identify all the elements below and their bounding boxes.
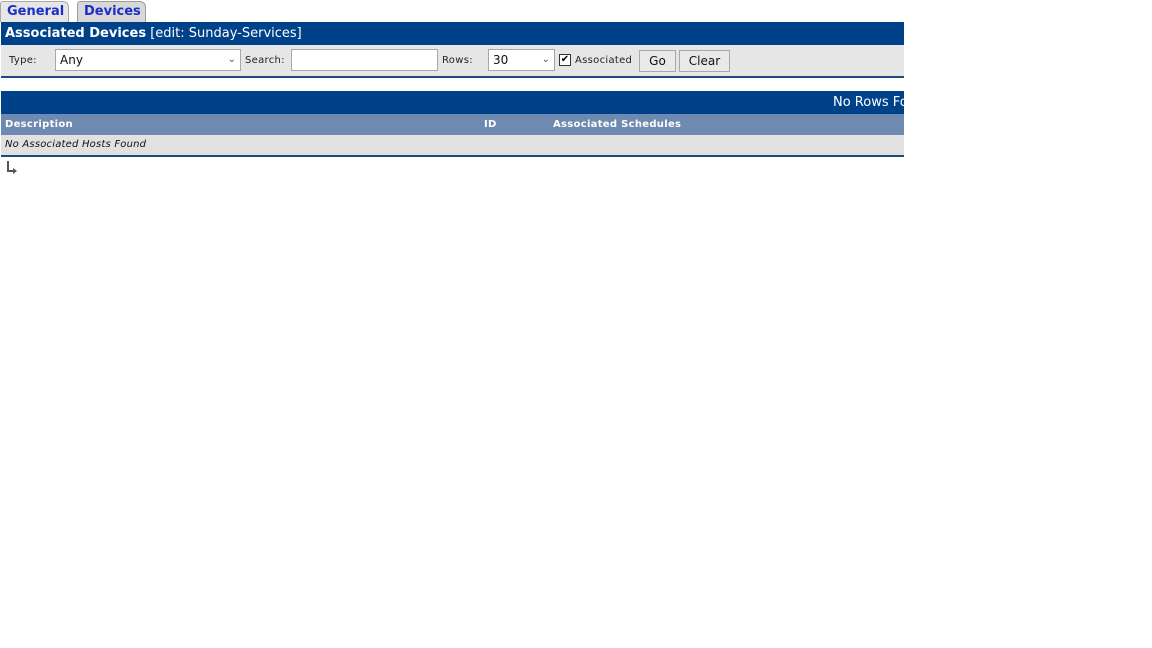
column-header-row: Description ID Associated Schedules bbox=[1, 114, 904, 135]
go-button[interactable]: Go bbox=[639, 50, 676, 72]
associated-checkbox[interactable]: ✔ bbox=[559, 54, 571, 66]
panel-title-text: Associated Devices bbox=[5, 26, 147, 41]
panel-title: Associated Devices [edit: Sunday-Service… bbox=[1, 22, 904, 45]
column-header-associated-schedules[interactable]: Associated Schedules bbox=[553, 119, 681, 130]
checkmark-icon: ✔ bbox=[560, 54, 570, 65]
tab-general[interactable]: General bbox=[0, 1, 69, 22]
rows-label: Rows: bbox=[442, 55, 473, 66]
page-viewport: General Devices Associated Devices [edit… bbox=[0, 0, 904, 648]
associated-devices-panel: Associated Devices [edit: Sunday-Service… bbox=[1, 22, 904, 78]
type-select-value: Any bbox=[60, 53, 83, 67]
type-label: Type: bbox=[9, 55, 37, 66]
empty-message-row: No Associated Hosts Found bbox=[1, 135, 904, 157]
clear-button[interactable]: Clear bbox=[679, 50, 730, 72]
return-arrow-icon bbox=[7, 161, 17, 174]
column-header-id[interactable]: ID bbox=[484, 119, 497, 130]
no-rows-status: No Rows Found bbox=[833, 95, 904, 110]
tab-devices[interactable]: Devices bbox=[77, 1, 146, 22]
associated-label[interactable]: Associated bbox=[575, 55, 632, 66]
chevron-down-icon: ⌄ bbox=[541, 54, 550, 65]
search-input[interactable] bbox=[291, 49, 438, 71]
grid-header-bar: No Rows Found bbox=[1, 91, 904, 114]
panel-subtitle: [edit: Sunday-Services] bbox=[150, 26, 302, 41]
type-select[interactable]: Any ⌄ bbox=[55, 49, 241, 71]
devices-grid: No Rows Found Description ID Associated … bbox=[1, 91, 904, 157]
column-header-description[interactable]: Description bbox=[5, 119, 73, 130]
search-label: Search: bbox=[245, 55, 285, 66]
rows-select[interactable]: 30 ⌄ bbox=[488, 49, 555, 71]
filter-bar: Type: Any ⌄ Search: Rows: 30 ⌄ ✔ Associa… bbox=[1, 45, 904, 76]
rows-select-value: 30 bbox=[493, 53, 509, 67]
chevron-down-icon: ⌄ bbox=[227, 54, 236, 65]
